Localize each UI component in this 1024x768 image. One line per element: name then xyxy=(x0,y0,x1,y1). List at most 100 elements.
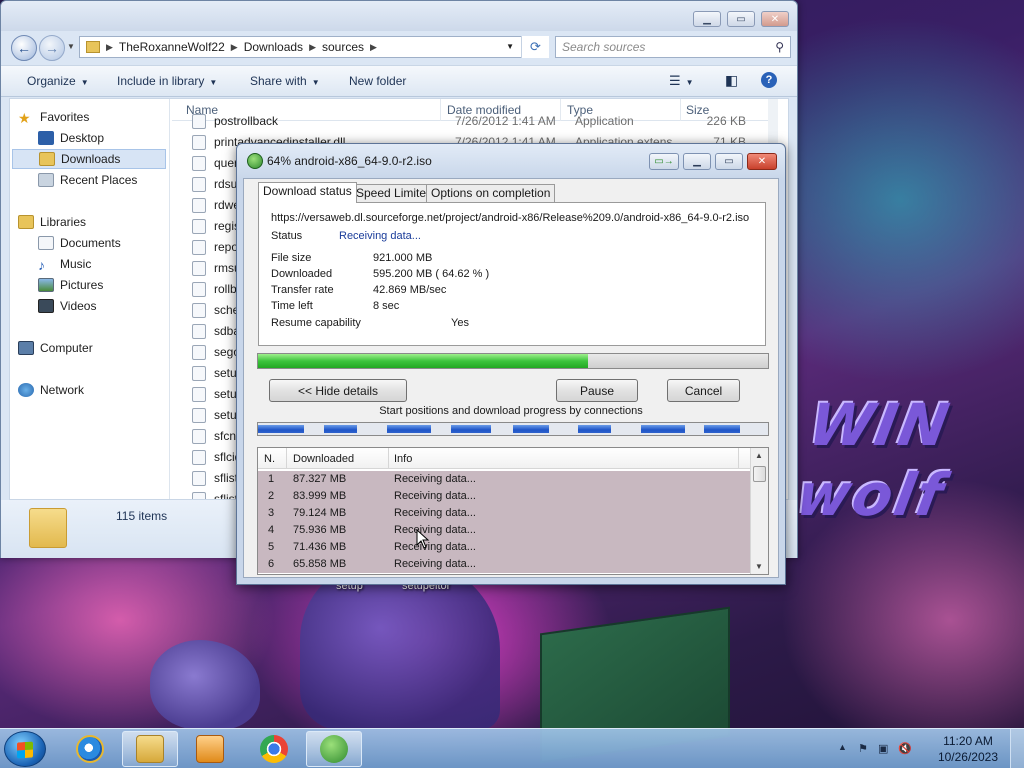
column-info[interactable]: Info xyxy=(394,453,412,465)
column-divider[interactable] xyxy=(286,448,287,469)
scroll-up-icon[interactable]: ▲ xyxy=(755,451,763,460)
connection-info: Receiving data... xyxy=(394,507,476,519)
action-center-flag-icon[interactable]: ⚑ xyxy=(858,742,872,756)
nav-downloads[interactable]: Downloads xyxy=(12,149,166,169)
connection-row[interactable]: 2 83.999 MB Receiving data... xyxy=(258,488,750,505)
taskbar-internet-explorer[interactable] xyxy=(62,731,118,767)
file-icon xyxy=(192,366,206,381)
organize-button[interactable]: Organize ▼ xyxy=(27,74,89,88)
taskbar-media-player[interactable] xyxy=(182,731,238,767)
nav-pictures[interactable]: Pictures xyxy=(38,275,166,295)
cancel-button[interactable]: Cancel xyxy=(667,379,740,402)
vertical-scrollbar[interactable]: ▲ ▼ xyxy=(750,448,768,574)
recent-pages-dropdown-icon[interactable]: ▼ xyxy=(67,42,75,51)
time-left-label: Time left xyxy=(271,300,313,312)
file-row[interactable]: postrollback 7/26/2012 1:41 AM Application… xyxy=(172,111,778,132)
taskbar-chrome[interactable] xyxy=(246,731,302,767)
back-button[interactable]: ← xyxy=(11,35,37,61)
nav-videos[interactable]: Videos xyxy=(38,296,166,316)
close-button[interactable]: ✕ xyxy=(761,11,789,27)
breadcrumb-item[interactable]: sources xyxy=(322,40,364,54)
preview-pane-button[interactable]: ◧ xyxy=(725,72,738,89)
connection-row[interactable]: 6 65.858 MB Receiving data... xyxy=(258,556,750,573)
nav-recent-places[interactable]: Recent Places xyxy=(38,170,166,190)
address-bar[interactable]: ▶ TheRoxanneWolf22 ▶ Downloads ▶ sources… xyxy=(79,36,549,58)
connection-row[interactable]: 5 71.436 MB Receiving data... xyxy=(258,539,750,556)
close-button[interactable]: ✕ xyxy=(747,153,777,170)
breadcrumb-separator-icon[interactable]: ▶ xyxy=(309,42,316,53)
show-desktop-button[interactable] xyxy=(1010,729,1024,768)
forward-button[interactable]: → xyxy=(39,35,65,61)
breadcrumb-item[interactable]: Downloads xyxy=(244,40,303,54)
hide-details-button[interactable]: << Hide details xyxy=(269,379,407,402)
nav-network[interactable]: Network xyxy=(18,380,166,400)
connection-info: Receiving data... xyxy=(394,524,476,536)
tab-options-on-completion[interactable]: Options on completion xyxy=(426,184,556,202)
include-in-library-button[interactable]: Include in library ▼ xyxy=(117,74,217,88)
column-divider[interactable] xyxy=(738,448,739,469)
pause-button[interactable]: Pause xyxy=(556,379,638,402)
breadcrumb-separator-icon[interactable]: ▶ xyxy=(231,42,238,53)
tab-download-status[interactable]: Download status xyxy=(258,182,357,203)
dialog-title-bar[interactable]: 64% android-x86_64-9.0-r2.iso ▭→ ▁ ▭ ✕ xyxy=(237,144,785,178)
clock[interactable]: 11:20 AM 10/26/2023 xyxy=(938,733,998,765)
view-list-icon: ☰ xyxy=(669,73,681,88)
column-downloaded[interactable]: Downloaded xyxy=(293,453,354,465)
breadcrumb-separator-icon[interactable]: ▶ xyxy=(370,42,377,53)
maximize-button[interactable]: ▭ xyxy=(727,11,755,27)
file-date: 7/26/2012 1:41 AM xyxy=(455,114,556,128)
nav-music[interactable]: ♪ Music xyxy=(38,254,166,274)
nav-label: Network xyxy=(40,383,85,397)
column-n[interactable]: N. xyxy=(264,453,275,465)
windows-logo-icon xyxy=(17,741,33,759)
dialog-content: Download status Speed Limiter Options on… xyxy=(243,178,779,578)
minimize-to-tray-button[interactable]: ▭→ xyxy=(649,153,679,170)
connection-downloaded: 71.436 MB xyxy=(293,541,347,553)
connection-info: Receiving data... xyxy=(394,490,476,502)
refresh-button[interactable]: ⟳ xyxy=(521,36,549,58)
column-divider[interactable] xyxy=(388,448,389,469)
recent-places-icon xyxy=(38,173,54,187)
connection-progress-segment xyxy=(258,425,304,433)
show-hidden-icons-icon[interactable]: ▲ xyxy=(838,742,852,756)
breadcrumb-item[interactable]: TheRoxanneWolf22 xyxy=(119,40,225,54)
nav-desktop[interactable]: Desktop xyxy=(38,128,166,148)
nav-documents[interactable]: Documents xyxy=(38,233,166,253)
mouse-cursor-icon xyxy=(416,529,430,549)
nav-computer[interactable]: Computer xyxy=(18,338,166,358)
change-view-button[interactable]: ☰ ▼ xyxy=(669,73,694,89)
taskbar-file-explorer[interactable] xyxy=(122,731,178,767)
scroll-down-icon[interactable]: ▼ xyxy=(755,562,763,571)
maximize-button[interactable]: ▭ xyxy=(715,153,743,170)
search-icon[interactable]: ⚲ xyxy=(775,40,784,54)
connection-downloaded: 75.936 MB xyxy=(293,524,347,536)
connection-row[interactable]: 3 79.124 MB Receiving data... xyxy=(258,505,750,522)
connection-number: 5 xyxy=(268,541,275,553)
minimize-button[interactable]: ▁ xyxy=(693,11,721,27)
navigation-bar: ← → ▼ ▶ TheRoxanneWolf22 ▶ Downloads ▶ s… xyxy=(7,33,791,61)
search-input[interactable]: Search sources ⚲ xyxy=(555,36,791,58)
file-icon xyxy=(192,408,206,423)
taskbar-internet-download-manager[interactable] xyxy=(306,731,362,767)
connection-info: Receiving data... xyxy=(394,473,476,485)
idm-icon xyxy=(320,735,348,763)
breadcrumb-separator-icon[interactable]: ▶ xyxy=(106,42,113,53)
start-button[interactable] xyxy=(4,731,46,767)
volume-muted-icon[interactable]: 🔇 xyxy=(898,742,912,756)
network-icon[interactable]: ▣ xyxy=(878,742,892,756)
scroll-thumb[interactable] xyxy=(753,466,766,482)
tab-speed-limiter[interactable]: Speed Limiter xyxy=(351,184,436,202)
new-folder-button[interactable]: New folder xyxy=(349,74,406,88)
address-dropdown-icon[interactable]: ▼ xyxy=(506,42,514,51)
nav-favorites[interactable]: ★ Favorites xyxy=(18,107,166,127)
nav-libraries[interactable]: Libraries xyxy=(18,212,166,232)
help-button[interactable]: ? xyxy=(761,72,777,88)
minimize-button[interactable]: ▁ xyxy=(683,153,711,170)
music-icon: ♪ xyxy=(38,257,45,273)
folder-icon xyxy=(86,41,100,53)
connection-row[interactable]: 4 75.936 MB Receiving data... xyxy=(258,522,750,539)
share-with-button[interactable]: Share with ▼ xyxy=(250,74,320,88)
downloads-folder-icon xyxy=(39,152,55,166)
explorer-title-bar[interactable]: ▁ ▭ ✕ xyxy=(1,1,797,31)
connection-row[interactable]: 1 87.327 MB Receiving data... xyxy=(258,471,750,488)
